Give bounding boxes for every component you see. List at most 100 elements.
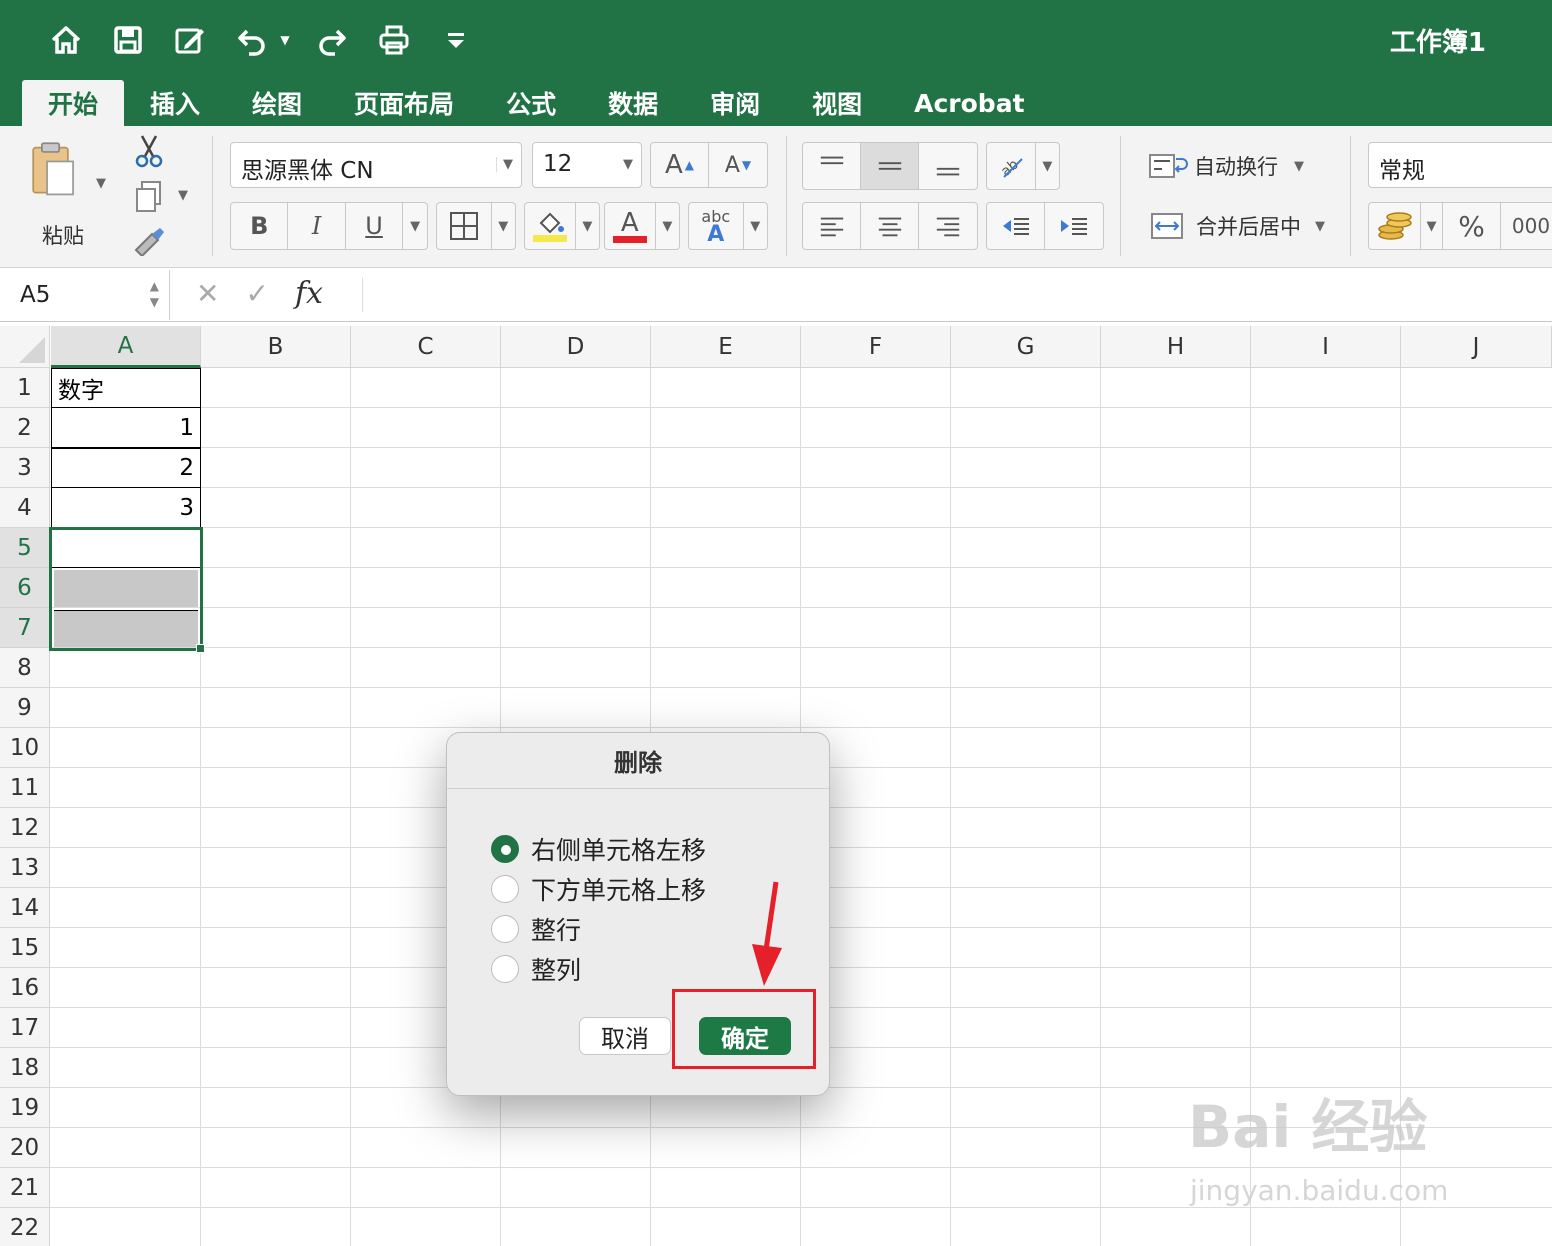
- row-header-16[interactable]: 16: [0, 968, 50, 1008]
- paste-dropdown-icon[interactable]: ▼: [96, 176, 106, 191]
- column-header-g[interactable]: G: [951, 326, 1101, 368]
- copy-dropdown-icon[interactable]: ▼: [178, 188, 188, 203]
- tab-formulas[interactable]: 公式: [480, 80, 582, 126]
- redo-icon[interactable]: [314, 22, 350, 58]
- column-header-i[interactable]: I: [1251, 326, 1401, 368]
- tab-page-layout[interactable]: 页面布局: [328, 80, 480, 126]
- cut-icon[interactable]: [134, 134, 164, 168]
- select-all-corner[interactable]: [0, 326, 50, 368]
- cell-a2[interactable]: 1: [51, 408, 201, 448]
- name-box-stepper-icon[interactable]: ▲ ▼: [150, 278, 159, 310]
- align-left-button[interactable]: [803, 203, 861, 249]
- fill-handle[interactable]: [196, 644, 205, 653]
- option-shift-up[interactable]: 下方单元格上移: [491, 871, 706, 907]
- align-top-button[interactable]: [803, 143, 861, 189]
- font-color-button[interactable]: A: [605, 203, 656, 249]
- row-header-8[interactable]: 8: [0, 648, 50, 688]
- row-header-5[interactable]: 5: [0, 528, 50, 568]
- row-header-15[interactable]: 15: [0, 928, 50, 968]
- row-header-19[interactable]: 19: [0, 1088, 50, 1128]
- font-size-dropdown[interactable]: 12 ▼: [532, 142, 642, 188]
- row-header-14[interactable]: 14: [0, 888, 50, 928]
- thousands-button[interactable]: 000: [1501, 203, 1552, 249]
- tab-insert[interactable]: 插入: [124, 80, 226, 126]
- row-header-9[interactable]: 9: [0, 688, 50, 728]
- column-header-b[interactable]: B: [201, 326, 351, 368]
- tab-draw[interactable]: 绘图: [226, 80, 328, 126]
- row-header-18[interactable]: 18: [0, 1048, 50, 1088]
- insert-function-icon[interactable]: fx: [295, 276, 323, 311]
- edit-icon[interactable]: [172, 22, 208, 58]
- option-shift-left[interactable]: 右侧单元格左移: [491, 831, 706, 867]
- merge-center-button[interactable]: 合并后居中 ▼: [1150, 208, 1325, 244]
- row-header-22[interactable]: 22: [0, 1208, 50, 1246]
- borders-dropdown-icon[interactable]: ▼: [492, 203, 515, 249]
- grow-font-button[interactable]: A ▲: [651, 143, 709, 187]
- wrap-text-dropdown-icon[interactable]: ▼: [1294, 159, 1304, 174]
- wrap-text-button[interactable]: 自动换行 ▼: [1148, 148, 1304, 184]
- cancel-button[interactable]: 取消: [579, 1017, 671, 1055]
- cell-a1[interactable]: 数字: [51, 368, 201, 408]
- phonetic-dropdown-icon[interactable]: ▼: [744, 203, 767, 249]
- merge-center-dropdown-icon[interactable]: ▼: [1315, 219, 1325, 234]
- print-icon[interactable]: [376, 22, 412, 58]
- format-painter-icon[interactable]: [132, 226, 166, 256]
- align-middle-button[interactable]: [861, 143, 919, 189]
- customize-toolbar-icon[interactable]: [438, 22, 474, 58]
- orientation-button[interactable]: ab: [987, 143, 1036, 189]
- row-header-12[interactable]: 12: [0, 808, 50, 848]
- column-header-c[interactable]: C: [351, 326, 501, 368]
- cell-a3[interactable]: 2: [51, 448, 201, 488]
- bold-button[interactable]: B: [231, 203, 289, 249]
- option-entire-column[interactable]: 整列: [491, 951, 581, 987]
- row-header-1[interactable]: 1: [0, 368, 50, 408]
- column-header-f[interactable]: F: [801, 326, 951, 368]
- cell-a4[interactable]: 3: [51, 488, 201, 528]
- italic-button[interactable]: I: [288, 203, 346, 249]
- accounting-dropdown-icon[interactable]: ▼: [1421, 203, 1443, 249]
- row-header-2[interactable]: 2: [0, 408, 50, 448]
- fill-color-button[interactable]: [525, 203, 576, 249]
- phonetic-button[interactable]: abc A: [689, 203, 744, 249]
- align-center-button[interactable]: [861, 203, 919, 249]
- formula-input[interactable]: [362, 278, 1552, 312]
- shrink-font-button[interactable]: A ▼: [709, 143, 767, 187]
- enter-formula-icon[interactable]: ✓: [245, 277, 268, 310]
- percent-button[interactable]: %: [1443, 203, 1501, 249]
- row-header-3[interactable]: 3: [0, 448, 50, 488]
- row-header-13[interactable]: 13: [0, 848, 50, 888]
- fill-color-dropdown-icon[interactable]: ▼: [576, 203, 599, 249]
- radio-shift-up[interactable]: [491, 875, 519, 903]
- tab-review[interactable]: 审阅: [684, 80, 786, 126]
- decrease-indent-button[interactable]: [987, 203, 1045, 249]
- increase-indent-button[interactable]: [1045, 203, 1103, 249]
- font-color-dropdown-icon[interactable]: ▼: [656, 203, 679, 249]
- row-header-11[interactable]: 11: [0, 768, 50, 808]
- undo-dropdown-icon[interactable]: ▼: [278, 22, 292, 58]
- undo-icon[interactable]: [234, 22, 270, 58]
- row-header-20[interactable]: 20: [0, 1128, 50, 1168]
- row-header-6[interactable]: 6: [0, 568, 50, 608]
- option-entire-row[interactable]: 整行: [491, 911, 581, 947]
- font-name-dropdown[interactable]: 思源黑体 CN ▼: [230, 142, 522, 188]
- copy-icon[interactable]: [134, 180, 164, 214]
- accounting-format-button[interactable]: [1369, 203, 1421, 249]
- tab-acrobat[interactable]: Acrobat: [888, 80, 1050, 126]
- column-header-j[interactable]: J: [1401, 326, 1552, 368]
- home-icon[interactable]: [48, 22, 84, 58]
- tab-data[interactable]: 数据: [582, 80, 684, 126]
- radio-entire-row[interactable]: [491, 915, 519, 943]
- row-header-10[interactable]: 10: [0, 728, 50, 768]
- column-header-d[interactable]: D: [501, 326, 651, 368]
- tab-home[interactable]: 开始: [22, 80, 125, 126]
- column-header-a[interactable]: A: [51, 326, 201, 368]
- tab-view[interactable]: 视图: [786, 80, 888, 126]
- column-header-e[interactable]: E: [651, 326, 801, 368]
- radio-entire-column[interactable]: [491, 955, 519, 983]
- underline-button[interactable]: U: [346, 203, 404, 249]
- row-header-7[interactable]: 7: [0, 608, 50, 648]
- row-header-4[interactable]: 4: [0, 488, 50, 528]
- orientation-dropdown-icon[interactable]: ▼: [1036, 143, 1059, 189]
- underline-dropdown-icon[interactable]: ▼: [403, 203, 427, 249]
- column-header-h[interactable]: H: [1101, 326, 1251, 368]
